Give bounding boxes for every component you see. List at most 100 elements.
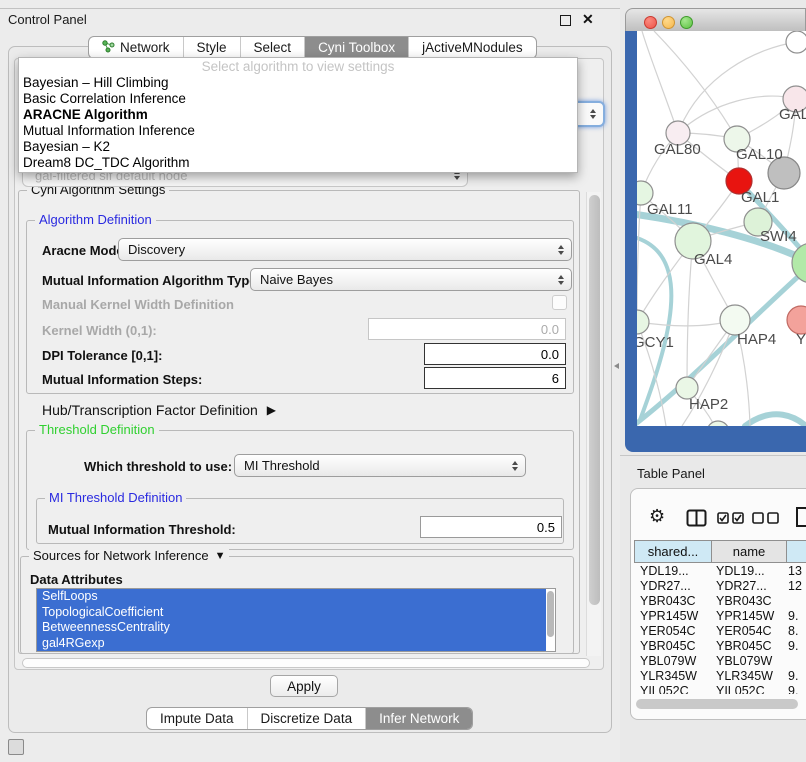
mi-algorithm-type-combobox[interactable]: Naive Bayes [250,268,572,291]
gear-icon[interactable]: ⚙ [649,506,665,527]
table-cell[interactable]: YBR043C [716,594,772,609]
cyni-bottom-tabbar: Impute Data Discretize Data Infer Networ… [146,707,473,730]
node-label-salmon: Y [796,331,806,348]
table-cell[interactable]: YBR045C [716,639,772,654]
manual-kernel-width-checkbox[interactable] [552,295,567,310]
table-cell[interactable]: YDR27... [716,579,767,594]
desktop: { "colors": { "selection_blue": "#3b6ed1… [0,0,806,762]
apply-button[interactable]: Apply [270,675,338,697]
tab-select[interactable]: Select [240,37,305,58]
table-cell[interactable]: 9. [788,669,798,684]
list-item-betweennesscentrality[interactable]: BetweennessCentrality [37,620,546,636]
dpi-tolerance-label: DPI Tolerance [0,1]: [42,348,162,363]
deselect-all-columns-icon[interactable] [752,512,780,524]
combo-spinner-icon [558,275,564,285]
table-cell[interactable]: YLR345W [716,669,773,684]
table-cell[interactable]: YLR345W [640,669,697,684]
node-salmon[interactable] [787,306,806,334]
tab-impute-data[interactable]: Impute Data [147,708,247,729]
network-graph[interactable]: GAL GAL80 GAL10 GAL1 GAL11 GAL4 SWI4 GCY… [637,31,806,426]
column-header-shared[interactable]: shared... [634,540,712,563]
table-cell[interactable]: YER054C [640,624,696,639]
window-minimize-icon[interactable] [662,16,675,29]
mi-threshold-field[interactable] [420,516,562,538]
collapsed-arrow-icon: ▶ [267,403,276,417]
hub-definition-label: Hub/Transcription Factor Definition [42,402,258,418]
settings-vertical-scrollbar-thumb[interactable] [589,195,600,605]
table-cell[interactable]: YDL19... [716,564,765,579]
popup-item-bayesian-hill-climbing[interactable]: Bayesian – Hill Climbing [19,75,577,91]
table-cell[interactable]: YDR27... [640,579,691,594]
mi-threshold-definition-legend: MI Threshold Definition [45,490,186,505]
aracne-mode-label: Aracne Mode: [42,243,128,258]
select-all-columns-icon[interactable] [717,512,745,524]
tab-jactivemnodules[interactable]: jActiveMNodules [408,37,536,58]
node-label-hap4: HAP4 [737,331,776,348]
table-cell[interactable]: YBL079W [640,654,696,669]
table-cell[interactable]: 12 [788,579,802,594]
table-cell[interactable]: YIL052C [640,684,689,694]
node-label-gcy1: GCY1 [637,334,674,351]
which-threshold-combobox[interactable]: MI Threshold [234,454,526,477]
mi-steps-field[interactable] [424,367,566,389]
table-cell[interactable]: 13 [788,564,802,579]
list-scrollbar-thumb[interactable] [547,591,554,637]
table-cell[interactable]: YBR043C [640,594,696,609]
tab-impute-data-label: Impute Data [160,711,234,726]
settings-horizontal-scrollbar-thumb[interactable] [22,658,590,668]
table-cell[interactable]: 9. [788,684,798,694]
table-cell[interactable]: 9. [788,609,798,624]
popup-item-bayesian-k2[interactable]: Bayesian – K2 [19,139,577,155]
mi-steps-label: Mutual Information Steps: [42,372,202,387]
popup-item-basic-correlation[interactable]: Basic Correlation Inference [19,91,577,107]
node-gcy1[interactable] [637,310,649,334]
window-close-icon[interactable] [644,16,657,29]
settings-vertical-scrollbar[interactable] [586,192,601,656]
close-panel-icon[interactable]: ✕ [582,11,594,28]
table-cell[interactable]: YDL19... [640,564,689,579]
network-graph-icon [102,40,115,56]
threshold-definition-legend: Threshold Definition [35,422,159,437]
hub-definition-toggle[interactable]: Hub/Transcription Factor Definition ▶ [42,402,276,418]
table-cell[interactable]: YPR145W [716,609,774,624]
minimized-panel-button[interactable] [8,739,24,755]
node-unlabeled-top[interactable] [786,31,806,53]
kernel-width-field[interactable] [368,318,566,340]
node-unlabeled-bottom[interactable] [707,421,729,426]
window-zoom-icon[interactable] [680,16,693,29]
node-label-gal1: GAL1 [741,189,779,206]
expanded-arrow-icon: ▼ [215,550,226,562]
node-label-gal10: GAL10 [736,146,783,163]
new-table-icon[interactable] [795,506,806,528]
tab-style[interactable]: Style [183,37,240,58]
tab-infer-network[interactable]: Infer Network [365,708,472,729]
popup-item-dream8[interactable]: Dream8 DC_TDC Algorithm [19,155,577,171]
aracne-mode-combobox[interactable]: Discovery [118,238,572,261]
table-horizontal-scrollbar-thumb[interactable] [636,699,798,709]
table-cell[interactable]: 8. [788,624,798,639]
table-cell[interactable]: YPR145W [640,609,698,624]
window-top-border [0,8,620,9]
list-item-topologicalcoefficient[interactable]: TopologicalCoefficient [37,605,546,621]
tab-network[interactable]: Network [89,37,183,58]
tab-discretize-data[interactable]: Discretize Data [247,708,366,729]
popup-item-aracne[interactable]: ARACNE Algorithm [19,107,577,123]
column-header-partial[interactable] [786,540,806,563]
network-window-titlebar[interactable] [625,8,806,31]
table-rows[interactable]: YDL19... YDL19... 13 YDR27... YDR27... 1… [634,563,806,694]
table-cell[interactable]: 9. [788,639,798,654]
dpi-tolerance-field[interactable] [424,343,566,365]
table-cell[interactable]: YER054C [716,624,772,639]
table-cell[interactable]: YBL079W [716,654,772,669]
column-header-name[interactable]: name [711,540,787,563]
list-item-gal4rgexp[interactable]: gal4RGexp [37,636,546,652]
list-item-selfloops[interactable]: SelfLoops [37,589,546,605]
split-columns-icon[interactable] [686,509,707,527]
splitter-collapse-arrow[interactable] [614,363,619,369]
tab-cyni-toolbox[interactable]: Cyni Toolbox [304,37,408,58]
sources-legend[interactable]: Sources for Network Inference ▼ [29,548,229,563]
table-cell[interactable]: YIL052C [716,684,765,694]
popup-item-mutual-information[interactable]: Mutual Information Inference [19,123,577,139]
table-cell[interactable]: YBR045C [640,639,696,654]
float-panel-icon[interactable] [560,15,571,26]
